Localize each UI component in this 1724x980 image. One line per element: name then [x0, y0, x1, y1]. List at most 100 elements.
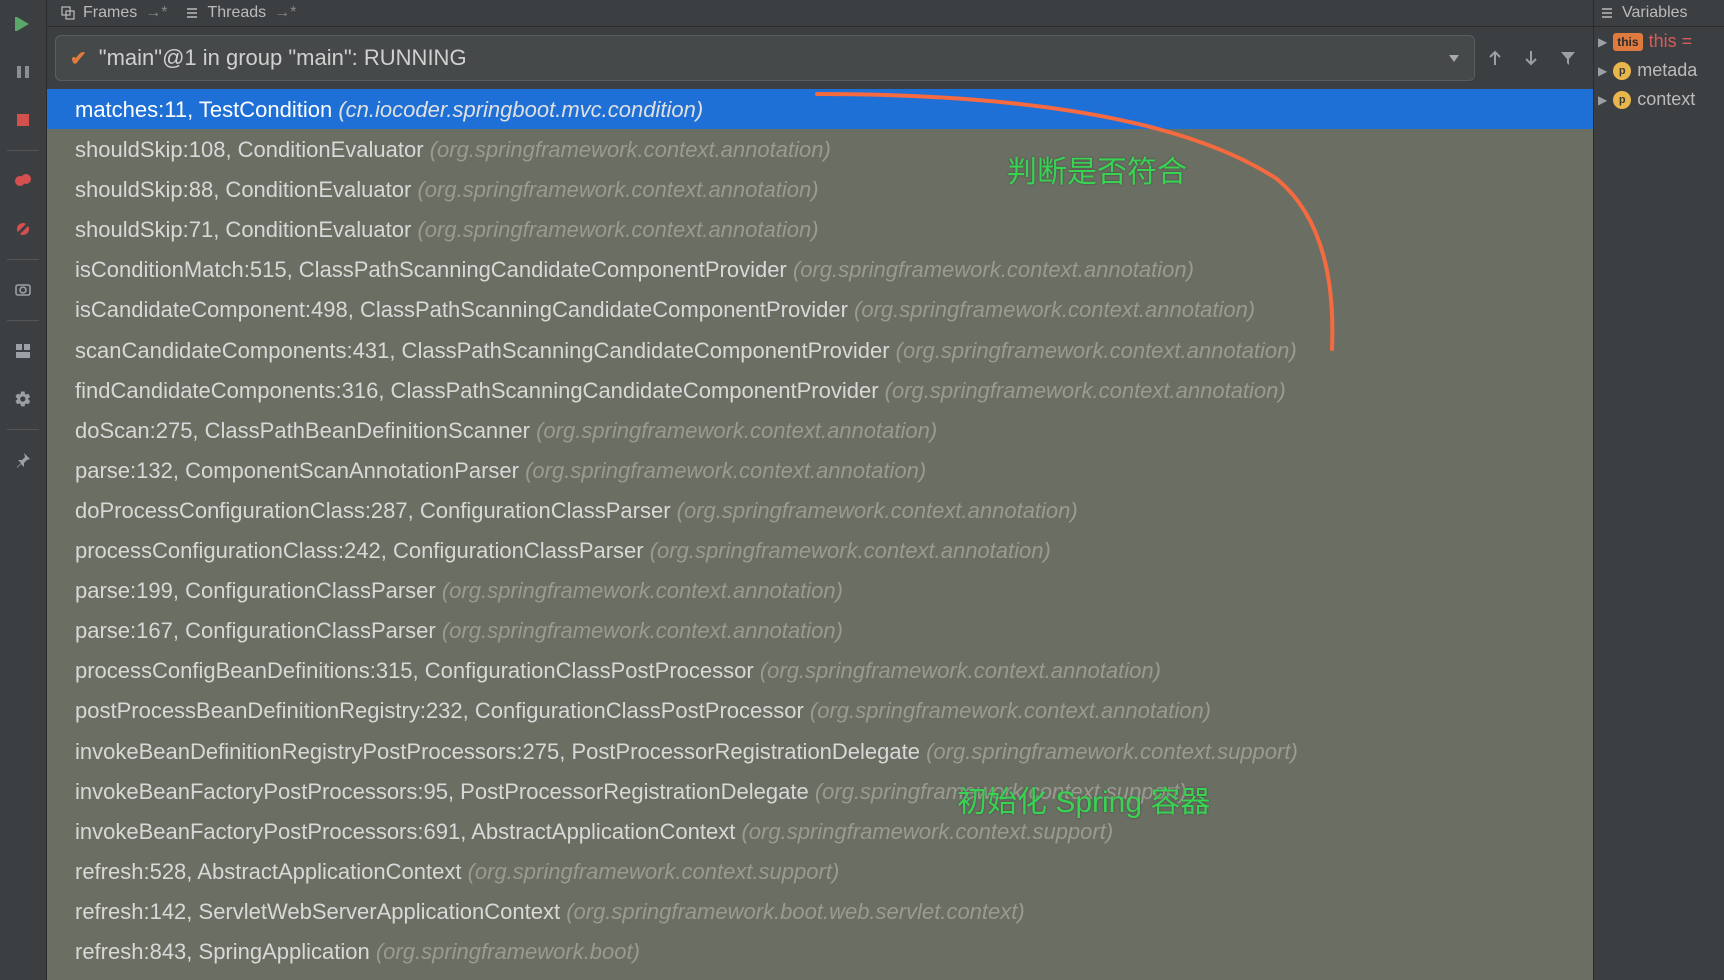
frame-package-text: (org.springframework.context.annotation) [854, 297, 1255, 322]
frame-main-text: matches:11, TestCondition [75, 97, 338, 122]
variable-name: context [1637, 89, 1695, 110]
frame-row[interactable]: parse:199, ConfigurationClassParser (org… [47, 570, 1593, 610]
frame-package-text: (org.springframework.context.annotation) [417, 177, 818, 202]
frame-main-text: invokeBeanFactoryPostProcessors:95, Post… [75, 779, 815, 804]
frame-row[interactable]: doScan:275, ClassPathBeanDefinitionScann… [47, 410, 1593, 450]
variable-row[interactable]: ▶ this this = [1594, 27, 1724, 56]
variables-list-icon [1600, 6, 1614, 20]
frame-main-text: doProcessConfigurationClass:287, Configu… [75, 498, 677, 523]
variable-row[interactable]: ▶ p context [1594, 85, 1724, 114]
frame-row[interactable]: refresh:528, AbstractApplicationContext … [47, 851, 1593, 891]
frame-package-text: (org.springframework.context.annotation) [810, 698, 1211, 723]
gutter-divider [7, 259, 39, 260]
layout-icon[interactable] [9, 337, 37, 365]
frame-main-text: shouldSkip:71, ConditionEvaluator [75, 217, 417, 242]
variable-row[interactable]: ▶ pmetada [1594, 56, 1724, 85]
parameter-badge: p [1613, 91, 1631, 109]
frame-main-text: invokeBeanFactoryPostProcessors:691, Abs… [75, 819, 741, 844]
frame-main-text: processConfigBeanDefinitions:315, Config… [75, 658, 760, 683]
frame-package-text: (org.springframework.context.annotation) [677, 498, 1078, 523]
thread-selector-row: ✔ "main"@1 in group "main": RUNNING [47, 27, 1593, 89]
frames-stack-icon [61, 6, 75, 20]
frame-package-text: (org.springframework.context.annotation) [525, 458, 926, 483]
parameter-badge: p [1613, 62, 1631, 80]
variables-title: Variables [1622, 4, 1688, 22]
frame-row[interactable]: processConfigBeanDefinitions:315, Config… [47, 650, 1593, 690]
popout-icon[interactable]: →* [145, 4, 167, 22]
frame-main-text: isConditionMatch:515, ClassPathScanningC… [75, 257, 793, 282]
frame-package-text: (org.springframework.context.annotation) [896, 338, 1297, 363]
frame-package-text: (org.springframework.context.annotation) [650, 538, 1051, 563]
frame-row[interactable]: isCandidateComponent:498, ClassPathScann… [47, 289, 1593, 329]
frame-row[interactable]: processConfigurationClass:242, Configura… [47, 530, 1593, 570]
frame-package-text: (org.springframework.context.annotation) [760, 658, 1161, 683]
resume-icon[interactable] [9, 10, 37, 38]
frame-row[interactable]: findCandidateComponents:316, ClassPathSc… [47, 370, 1593, 410]
variables-panel: Variables ▶ this this = ▶ pmetada ▶ p context [1593, 0, 1724, 980]
dropdown-icon[interactable] [1448, 53, 1460, 63]
frame-main-text: shouldSkip:108, ConditionEvaluator [75, 137, 430, 162]
frame-row[interactable]: parse:132, ComponentScanAnnotationParser… [47, 450, 1593, 490]
frame-package-text: (org.springframework.context.support) [926, 739, 1298, 764]
frame-main-text: isCandidateComponent:498, ClassPathScann… [75, 297, 854, 322]
frame-main-text: invokeBeanDefinitionRegistryPostProcesso… [75, 739, 926, 764]
mute-breakpoints-icon[interactable] [9, 215, 37, 243]
expand-icon[interactable]: ▶ [1598, 93, 1607, 107]
frame-main-text: findCandidateComponents:316, ClassPathSc… [75, 378, 885, 403]
frame-row[interactable]: matches:11, TestCondition (cn.iocoder.sp… [47, 89, 1593, 129]
frame-down-icon[interactable] [1523, 49, 1539, 67]
frame-row[interactable]: postProcessBeanDefinitionRegistry:232, C… [47, 690, 1593, 730]
frame-row[interactable]: invokeBeanDefinitionRegistryPostProcesso… [47, 731, 1593, 771]
thread-selector-label: "main"@1 in group "main": RUNNING [99, 45, 467, 71]
this-badge: this [1613, 33, 1642, 51]
frame-main-text: refresh:142, ServletWebServerApplication… [75, 899, 566, 924]
frame-package-text: (org.springframework.context.support) [468, 859, 840, 884]
frame-main-text: refresh:843, SpringApplication [75, 939, 376, 964]
frame-row[interactable]: shouldSkip:108, ConditionEvaluator (org.… [47, 129, 1593, 169]
thread-selector[interactable]: ✔ "main"@1 in group "main": RUNNING [55, 35, 1475, 81]
pin-icon[interactable] [9, 446, 37, 474]
frame-row[interactable]: parse:167, ConfigurationClassParser (org… [47, 610, 1593, 650]
gutter-divider [7, 150, 39, 151]
tab-frames[interactable]: Frames →* [61, 4, 167, 22]
frame-row[interactable]: shouldSkip:71, ConditionEvaluator (org.s… [47, 209, 1593, 249]
frame-main-text: scanCandidateComponents:431, ClassPathSc… [75, 338, 896, 363]
frames-panel: Frames →* Threads →* ✔ "main"@1 in group… [47, 0, 1593, 980]
frame-main-text: shouldSkip:88, ConditionEvaluator [75, 177, 417, 202]
frame-row[interactable]: scanCandidateComponents:431, ClassPathSc… [47, 330, 1593, 370]
frames-list[interactable]: 判断是否符合 初始化 Spring 容器 matches:11, TestCon… [47, 89, 1593, 980]
frame-row[interactable]: refresh:142, ServletWebServerApplication… [47, 891, 1593, 931]
gutter-divider [7, 429, 39, 430]
frame-package-text: (org.springframework.context.annotation) [417, 217, 818, 242]
popout-icon[interactable]: →* [274, 4, 296, 22]
frame-row[interactable]: isConditionMatch:515, ClassPathScanningC… [47, 249, 1593, 289]
frame-up-icon[interactable] [1487, 49, 1503, 67]
frame-row[interactable]: shouldSkip:88, ConditionEvaluator (org.s… [47, 169, 1593, 209]
frame-main-text: parse:167, ConfigurationClassParser [75, 618, 442, 643]
frame-row[interactable]: doProcessConfigurationClass:287, Configu… [47, 490, 1593, 530]
frame-package-text: (org.springframework.context.support) [741, 819, 1113, 844]
debug-action-gutter [0, 0, 47, 980]
frame-main-text: parse:132, ComponentScanAnnotationParser [75, 458, 525, 483]
tab-threads[interactable]: Threads →* [185, 4, 296, 22]
frame-row[interactable]: refresh:843, SpringApplication (org.spri… [47, 931, 1593, 971]
frame-main-text: doScan:275, ClassPathBeanDefinitionScann… [75, 418, 536, 443]
view-breakpoints-icon[interactable] [9, 167, 37, 195]
frame-package-text: (org.springframework.boot) [376, 939, 640, 964]
thread-dump-icon[interactable] [9, 276, 37, 304]
frame-row[interactable]: invokeBeanFactoryPostProcessors:691, Abs… [47, 811, 1593, 851]
filter-icon[interactable] [1559, 49, 1577, 67]
variable-name: metada [1637, 60, 1697, 81]
expand-icon[interactable]: ▶ [1598, 35, 1607, 49]
frame-package-text: (org.springframework.context.support) [815, 779, 1187, 804]
frame-row[interactable]: invokeBeanFactoryPostProcessors:95, Post… [47, 771, 1593, 811]
variable-name: this = [1649, 31, 1693, 52]
frame-package-text: (org.springframework.boot.web.servlet.co… [566, 899, 1025, 924]
threads-list-icon [185, 6, 199, 20]
pause-icon[interactable] [9, 58, 37, 86]
frame-package-text: (org.springframework.context.annotation) [793, 257, 1194, 282]
stop-icon[interactable] [9, 106, 37, 134]
variables-title-row: Variables [1594, 0, 1724, 27]
expand-icon[interactable]: ▶ [1598, 64, 1607, 78]
settings-icon[interactable] [9, 385, 37, 413]
